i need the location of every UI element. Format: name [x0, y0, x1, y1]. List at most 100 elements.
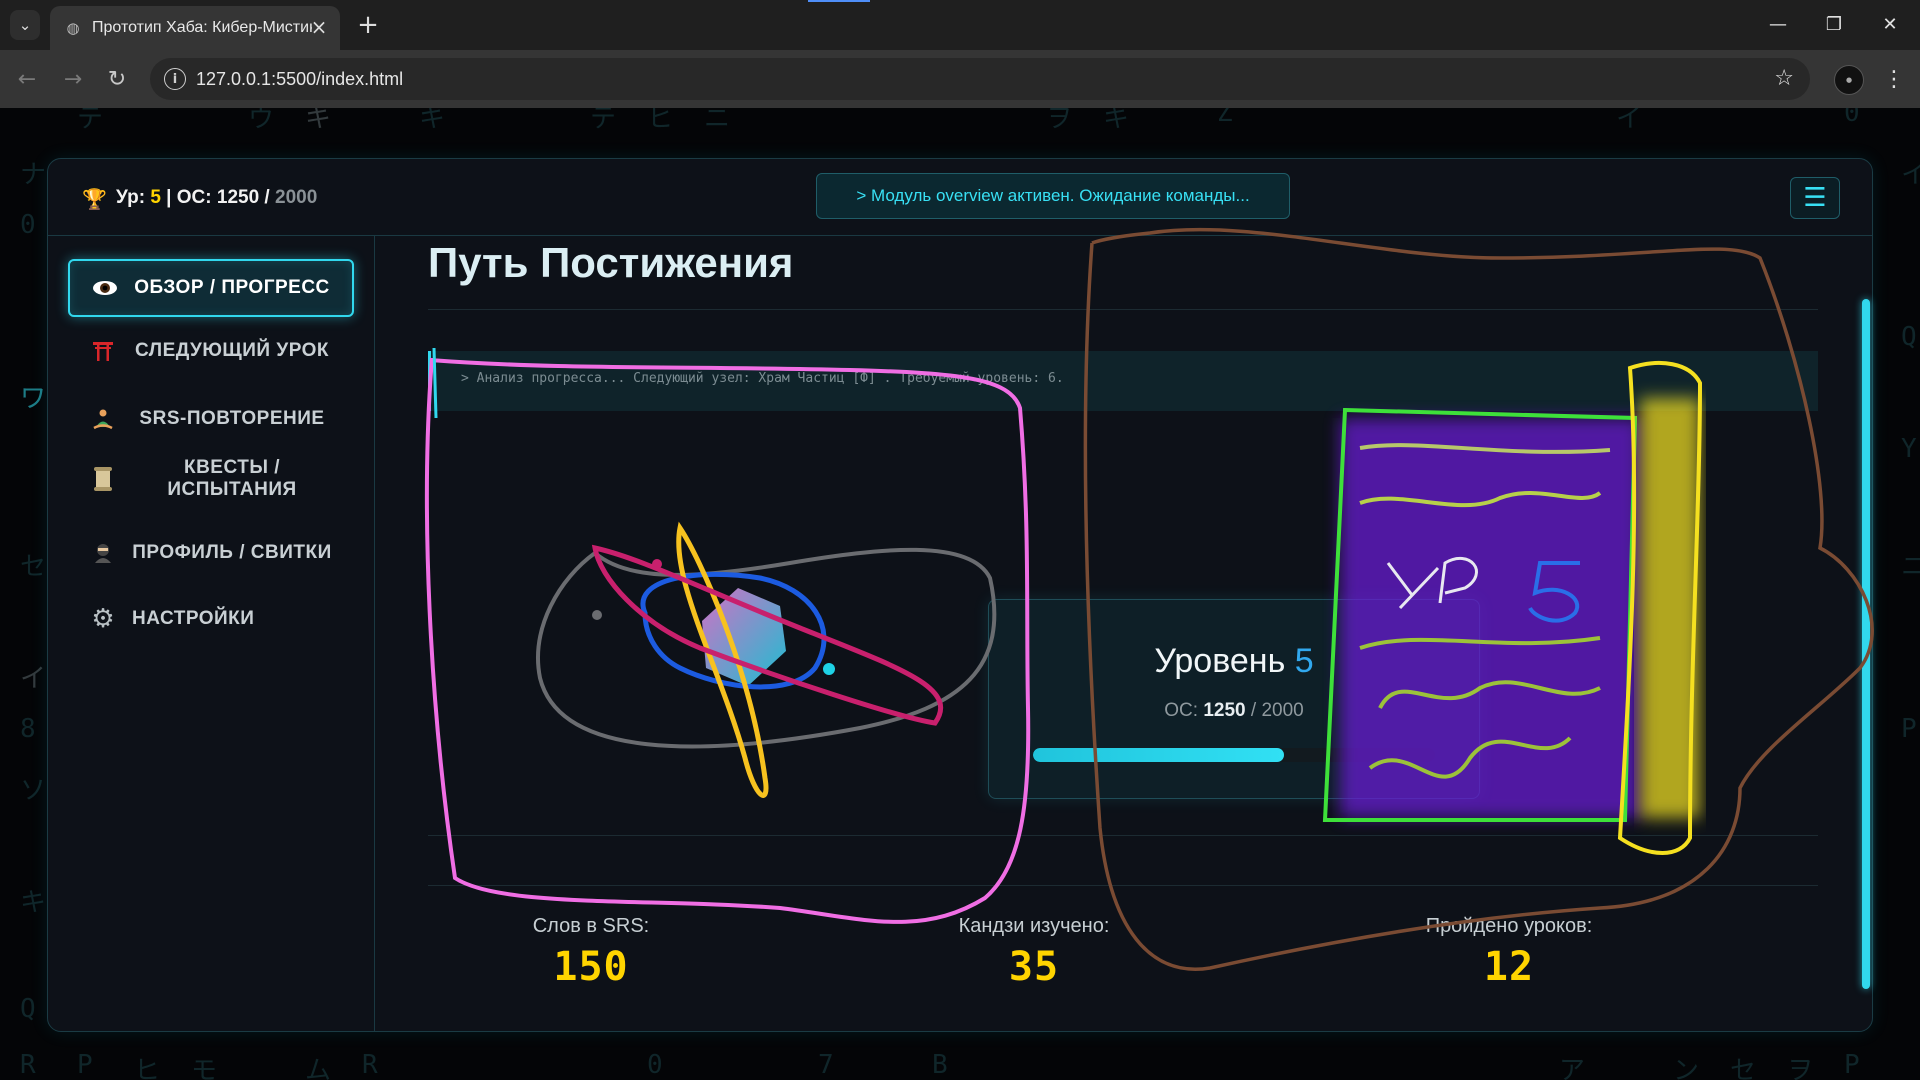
sidebar-item-overview[interactable]: ОБЗОР / ПРОГРЕСС	[68, 259, 354, 317]
background-glyph: ヲ	[1046, 108, 1073, 134]
background-glyph: ヒ	[134, 1056, 161, 1080]
background-glyph: P	[1844, 1050, 1860, 1080]
gear-icon: ⚙	[91, 604, 115, 634]
stat-label: Слов в SRS:	[532, 915, 650, 937]
background-glyph: ン	[1673, 1056, 1700, 1080]
app-header: 🏆 Ур: 5 | ОС: 1250 / 2000 > Модуль overv…	[48, 159, 1872, 236]
divider	[428, 309, 1818, 310]
background-glyph: ソ	[20, 776, 47, 806]
background-glyph: テ	[590, 108, 617, 134]
url-text[interactable]: 127.0.0.1:5500/index.html	[196, 69, 403, 90]
back-button[interactable]: ←	[12, 64, 42, 94]
page-title: Путь Постижения	[428, 239, 794, 286]
console-text: > Анализ прогресса... Следующий узел: Хр…	[461, 371, 1064, 386]
forward-button[interactable]: →	[58, 64, 88, 94]
tab-search-button[interactable]: ⌄	[10, 10, 40, 40]
stat-srs-words: Слов в SRS: 150	[431, 915, 751, 990]
eye-icon	[88, 271, 122, 305]
background-glyph: セ	[1730, 1056, 1757, 1080]
background-glyph: Q	[1901, 322, 1917, 352]
tab-drag-indicator	[808, 0, 870, 2]
address-toolbar: ← → ↻ i 127.0.0.1:5500/index.html ☆ ● ⋮	[0, 50, 1920, 108]
divider	[428, 885, 1818, 886]
browser-menu-icon[interactable]: ⋮	[1880, 64, 1908, 94]
browser-tab[interactable]: ◍ Прототип Хаба: Кибер-Мистика ×	[50, 6, 340, 50]
background-glyph: ナ	[20, 160, 47, 190]
background-glyph: 8	[20, 714, 36, 744]
reload-button[interactable]: ↻	[102, 64, 132, 94]
xp-progress-fill	[1033, 748, 1285, 762]
main-content: Путь Постижения > Анализ прогресса... Сл…	[374, 235, 1872, 1031]
background-glyph: セ	[20, 552, 47, 582]
analysis-console: > Анализ прогресса... Следующий узел: Хр…	[428, 351, 1818, 411]
background-glyph: ニ	[1901, 552, 1920, 582]
meditation-icon	[86, 402, 120, 436]
background-glyph: モ	[191, 1056, 218, 1080]
background-glyph: イ	[20, 664, 47, 694]
background-glyph: ヲ	[1787, 1056, 1814, 1080]
level-xp: ОС: 1250 / 2000	[1164, 700, 1304, 721]
site-info-icon[interactable]: i	[164, 68, 186, 90]
sidebar-item-label: КВЕСТЫ / ИСПЫТАНИЯ	[167, 457, 297, 500]
bookmark-star-icon[interactable]: ☆	[1774, 66, 1794, 91]
background-glyph: R	[362, 1050, 378, 1080]
sidebar-item-next-lesson[interactable]: СЛЕДУЮЩИЙ УРОК	[68, 327, 354, 375]
level-heading: Уровень 5	[1154, 642, 1314, 680]
browser-tab-strip: ⌄ ◍ Прототип Хаба: Кибер-Мистика × + — ❐…	[0, 0, 1920, 50]
sidebar-item-label: ПРОФИЛЬ / СВИТКИ	[132, 542, 332, 563]
sidebar-item-settings[interactable]: ⚙ НАСТРОЙКИ	[68, 595, 354, 643]
ninja-icon	[86, 536, 120, 570]
background-glyph: Q	[20, 994, 36, 1024]
tab-title: Прототип Хаба: Кибер-Мистика	[92, 19, 312, 36]
sidebar-item-quests[interactable]: КВЕСТЫ / ИСПЫТАНИЯ	[68, 447, 354, 511]
background-glyph: テ	[77, 108, 104, 134]
background-glyph: キ	[1103, 108, 1130, 134]
level-card: Уровень 5 ОС: 1250 / 2000	[988, 599, 1480, 799]
player-stats: Ур: 5 | ОС: 1250 / 2000	[116, 187, 318, 208]
background-glyph: ウ	[248, 108, 275, 134]
stat-value: 35	[1008, 944, 1060, 990]
xp-progress-bar	[1033, 748, 1435, 762]
level-number: 5	[1294, 642, 1314, 680]
page-viewport: テウキキテヒニヲキZイ0ナエYアニPYエヲキYモイ0Sヒモ7ソヒテ8テRQ8ウツ…	[0, 108, 1920, 1080]
minimize-button[interactable]: —	[1758, 8, 1798, 40]
torii-icon	[86, 334, 120, 368]
address-bar[interactable]: i 127.0.0.1:5500/index.html ☆	[150, 58, 1810, 100]
sidebar: ОБЗОР / ПРОГРЕСС СЛЕДУЮЩИЙ УРОК SRS-ПОВТ…	[48, 235, 375, 1031]
background-glyph: 0	[20, 210, 36, 240]
stat-label: Пройдено уроков:	[1425, 915, 1593, 937]
profile-avatar[interactable]: ●	[1834, 65, 1864, 95]
sidebar-item-profile[interactable]: ПРОФИЛЬ / СВИТКИ	[68, 529, 354, 577]
hamburger-menu-icon[interactable]: ☰	[1790, 177, 1840, 219]
trophy-icon: 🏆	[82, 187, 107, 211]
close-window-button[interactable]: ✕	[1870, 8, 1910, 40]
player-xp: 1250	[216, 187, 260, 208]
stat-value: 12	[1483, 944, 1535, 990]
scrollbar-thumb[interactable]	[1862, 299, 1870, 989]
background-glyph: ワ	[20, 384, 47, 414]
background-glyph: P	[1901, 714, 1917, 744]
background-glyph: R	[20, 1050, 36, 1080]
restore-button[interactable]: ❐	[1814, 8, 1854, 40]
close-tab-icon[interactable]: ×	[308, 15, 330, 39]
background-glyph: 0	[647, 1050, 663, 1080]
background-glyph: Y	[1901, 434, 1917, 464]
background-glyph: ア	[1559, 1056, 1586, 1080]
globe-icon: ◍	[66, 19, 80, 37]
background-glyph: P	[77, 1050, 93, 1080]
sidebar-item-label: SRS-ПОВТОРЕНИЕ	[139, 408, 325, 429]
background-glyph: B	[932, 1050, 948, 1080]
background-glyph: 7	[818, 1050, 834, 1080]
background-glyph: キ	[20, 888, 47, 918]
background-glyph: Z	[1217, 108, 1233, 128]
sidebar-item-srs-review[interactable]: SRS-ПОВТОРЕНИЕ	[68, 395, 354, 443]
background-glyph: イ	[1901, 160, 1920, 190]
stat-label: Кандзи изучено:	[958, 915, 1110, 937]
player-xp-max: 2000	[275, 187, 318, 208]
new-tab-button[interactable]: +	[355, 10, 381, 40]
background-glyph: キ	[305, 108, 332, 134]
scroll-icon	[86, 462, 120, 496]
divider	[428, 835, 1818, 836]
sidebar-item-label: НАСТРОЙКИ	[132, 608, 255, 629]
scrollbar[interactable]	[1862, 299, 1870, 989]
